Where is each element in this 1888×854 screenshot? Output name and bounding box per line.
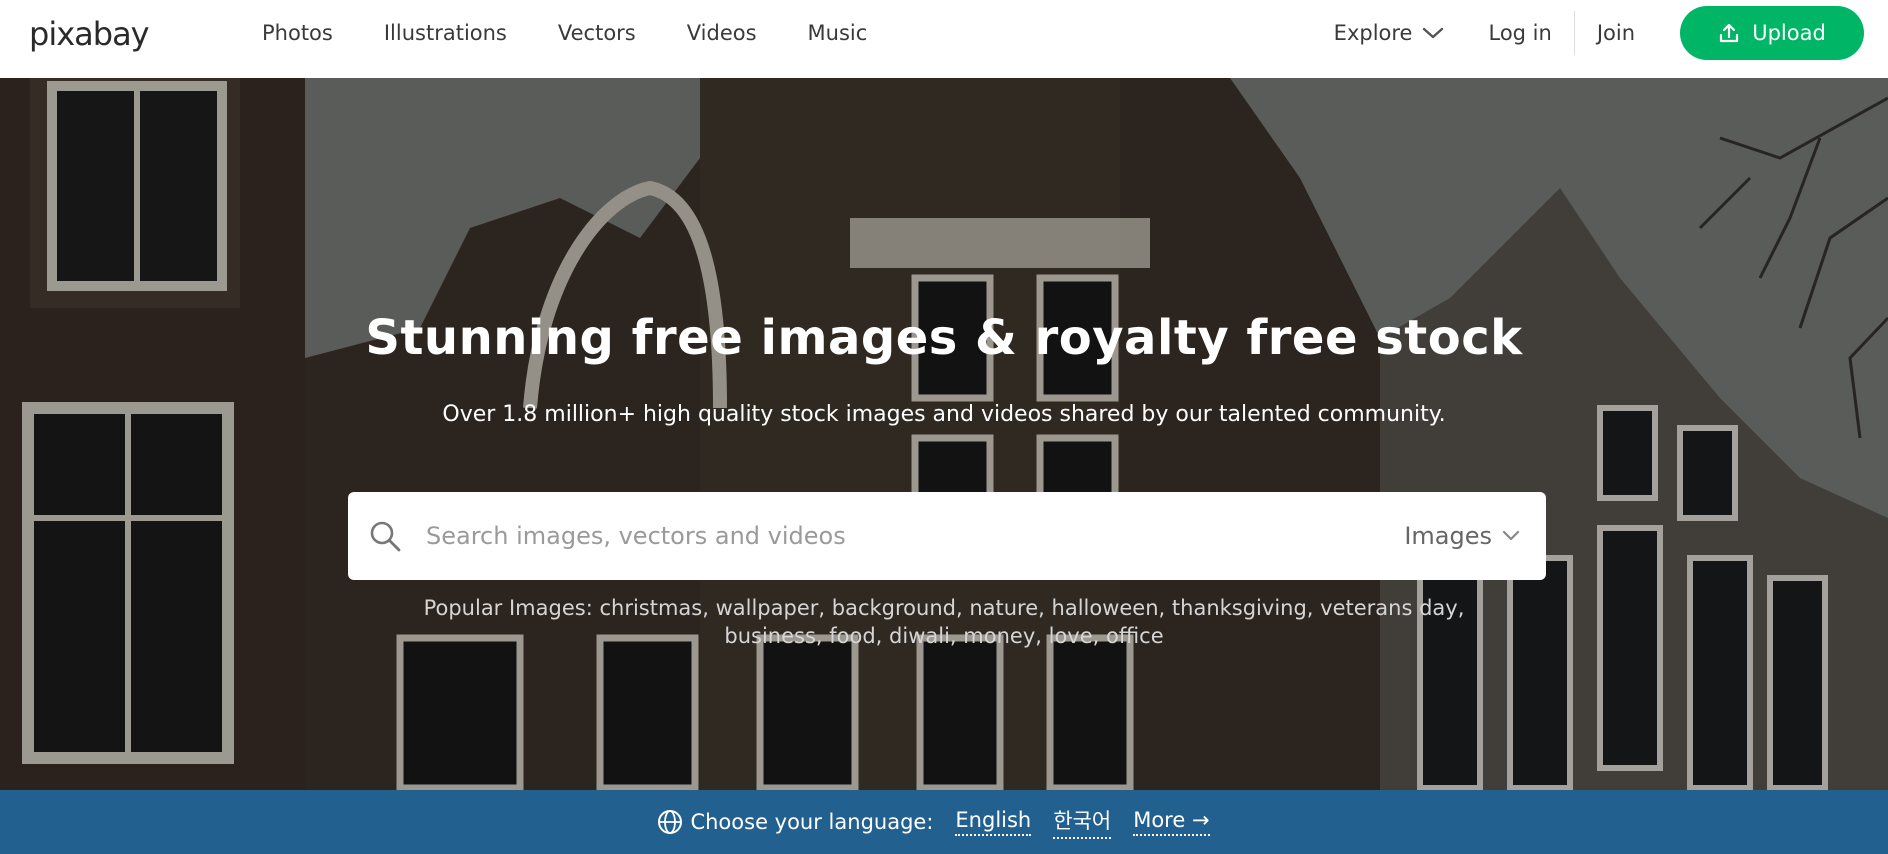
popular-tag[interactable]: thanksgiving bbox=[1172, 596, 1307, 620]
popular-tag[interactable]: halloween bbox=[1052, 596, 1159, 620]
hero-subtitle: Over 1.8 million+ high quality stock ima… bbox=[442, 402, 1446, 427]
join-link[interactable]: Join bbox=[1597, 21, 1635, 45]
main-nav: Photos Illustrations Vectors Videos Musi… bbox=[262, 0, 918, 66]
site-header: pixabay Photos Illustrations Vectors Vid… bbox=[0, 0, 1888, 78]
popular-tag[interactable]: office bbox=[1106, 624, 1164, 648]
upload-label: Upload bbox=[1752, 21, 1826, 45]
popular-tag[interactable]: business bbox=[724, 624, 816, 648]
language-english[interactable]: English bbox=[955, 808, 1032, 836]
search-bar: Images bbox=[348, 492, 1546, 580]
hero-section: Stunning free images & royalty free stoc… bbox=[0, 78, 1888, 790]
chevron-down-icon bbox=[1423, 27, 1444, 39]
chevron-down-icon bbox=[1502, 530, 1520, 541]
popular-tag[interactable]: christmas bbox=[599, 596, 702, 620]
popular-tag[interactable]: wallpaper bbox=[716, 596, 819, 620]
search-type-select[interactable]: Images bbox=[1404, 522, 1520, 550]
nav-videos[interactable]: Videos bbox=[687, 21, 757, 45]
globe-icon bbox=[658, 810, 683, 834]
explore-label: Explore bbox=[1333, 21, 1413, 45]
popular-tag[interactable]: background bbox=[832, 596, 956, 620]
popular-tag[interactable]: veterans day bbox=[1320, 596, 1458, 620]
popular-tag[interactable]: nature bbox=[969, 596, 1038, 620]
popular-tag[interactable]: diwali bbox=[889, 624, 950, 648]
search-icon[interactable] bbox=[368, 519, 402, 553]
popular-tag[interactable]: love bbox=[1049, 624, 1093, 648]
popular-tag[interactable]: food bbox=[829, 624, 875, 648]
pixabay-logo[interactable]: pixabay bbox=[29, 15, 150, 53]
language-more[interactable]: More → bbox=[1133, 808, 1210, 836]
language-label: Choose your language: bbox=[690, 810, 934, 834]
popular-tag[interactable]: money bbox=[963, 624, 1035, 648]
account-nav: Explore Log in Join Upload bbox=[1334, 0, 1864, 66]
nav-vectors[interactable]: Vectors bbox=[558, 21, 636, 45]
nav-music[interactable]: Music bbox=[808, 21, 868, 45]
popular-searches: Popular Images: christmas, wallpaper, ba… bbox=[423, 596, 1465, 648]
search-type-label: Images bbox=[1404, 522, 1492, 550]
login-link[interactable]: Log in bbox=[1488, 11, 1575, 55]
nav-photos[interactable]: Photos bbox=[262, 21, 333, 45]
language-bar: Choose your language: English 한국어 More → bbox=[0, 790, 1888, 854]
explore-menu[interactable]: Explore bbox=[1334, 21, 1445, 45]
search-input[interactable] bbox=[426, 522, 1405, 550]
hero-title: Stunning free images & royalty free stoc… bbox=[365, 310, 1523, 366]
popular-label: Popular Images: bbox=[423, 596, 593, 620]
upload-button[interactable]: Upload bbox=[1680, 6, 1864, 60]
hero-overlay bbox=[0, 78, 1888, 790]
language-korean[interactable]: 한국어 bbox=[1053, 805, 1112, 839]
nav-illustrations[interactable]: Illustrations bbox=[384, 21, 507, 45]
upload-icon bbox=[1720, 23, 1739, 43]
